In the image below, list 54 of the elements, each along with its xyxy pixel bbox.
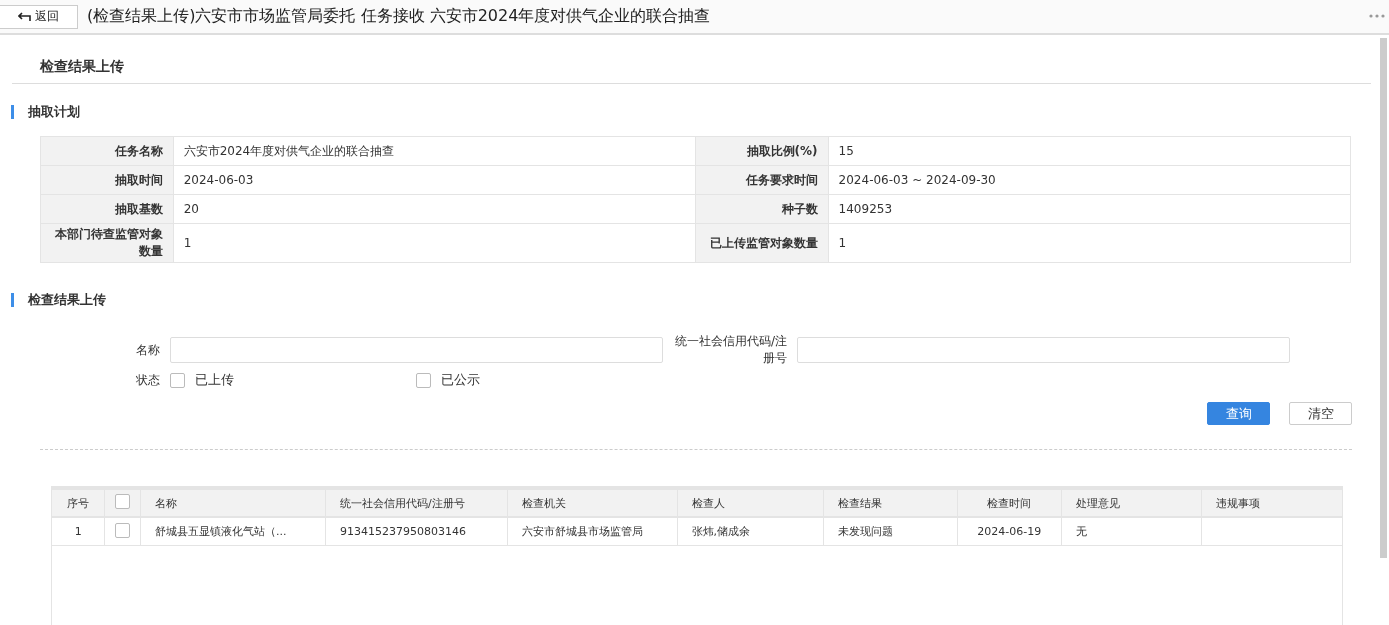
info-label: 抽取时间 xyxy=(40,165,174,195)
field-label: 名称 xyxy=(135,341,161,359)
page-heading: 检查结果上传 xyxy=(12,35,1371,84)
select-all-checkbox[interactable] xyxy=(115,494,131,509)
table-cell: 未发现问题 xyxy=(823,517,958,546)
section-heading: 抽取计划 xyxy=(28,103,80,121)
info-value: 1 xyxy=(173,223,696,263)
table-cell: 913415237950803146 xyxy=(325,517,508,546)
more-icon[interactable] xyxy=(1369,14,1385,18)
field-label: 状态 xyxy=(135,371,161,389)
column-header: 序号 xyxy=(52,490,105,517)
table-cell: 1 xyxy=(52,517,105,546)
info-value: 1409253 xyxy=(828,194,1351,224)
info-label: 任务要求时间 xyxy=(695,165,829,195)
field-label: 统一社会信用代码/注册号 xyxy=(673,333,788,367)
checkbox[interactable] xyxy=(416,372,431,388)
info-label: 任务名称 xyxy=(40,136,174,166)
column-header: 检查机关 xyxy=(507,490,678,517)
info-value: 1 xyxy=(828,223,1351,263)
input-field[interactable] xyxy=(797,337,1290,363)
column-header: 处理意见 xyxy=(1061,490,1202,517)
checkbox-label: 已公示 xyxy=(441,371,480,389)
table-cell: 六安市舒城县市场监管局 xyxy=(507,517,678,546)
info-label: 本部门待查监管对象数量 xyxy=(40,223,174,263)
info-value: 2024-06-03 xyxy=(173,165,696,195)
column-header: 检查时间 xyxy=(957,490,1062,517)
checkbox[interactable] xyxy=(170,372,185,388)
info-value: 六安市2024年度对供气企业的联合抽查 xyxy=(173,136,696,166)
section-heading: 检查结果上传 xyxy=(28,291,106,309)
column-header: 检查结果 xyxy=(823,490,958,517)
info-label: 抽取比例(%) xyxy=(695,136,829,166)
column-header: 名称 xyxy=(140,490,326,517)
info-value: 20 xyxy=(173,194,696,224)
query-button[interactable]: 查询 xyxy=(1207,402,1270,425)
back-button[interactable]: 返回 xyxy=(0,4,78,29)
table-cell: 舒城县五显镇液化气站（... xyxy=(140,517,326,546)
table-cell: 无 xyxy=(1061,517,1202,546)
info-value: 2024-06-03 ~ 2024-09-30 xyxy=(828,165,1351,195)
table-cell: 2024-06-19 xyxy=(957,517,1062,546)
column-header: 违规事项 xyxy=(1201,490,1342,517)
info-label: 种子数 xyxy=(695,194,829,224)
info-label: 抽取基数 xyxy=(40,194,174,224)
info-label: 已上传监管对象数量 xyxy=(695,223,829,263)
input-field[interactable] xyxy=(170,337,663,363)
column-header: 统一社会信用代码/注册号 xyxy=(325,490,508,517)
table-cell: 张炜,储成余 xyxy=(677,517,824,546)
row-checkbox[interactable] xyxy=(115,522,131,538)
window-title: (检查结果上传)六安市市场监管局委托 任务接收 六安市2024年度对供气企业的联合抽查 xyxy=(87,6,711,27)
return-arrow-icon xyxy=(17,11,32,22)
info-value: 15 xyxy=(828,136,1351,166)
column-header: 检查人 xyxy=(677,490,824,517)
checkbox-label: 已上传 xyxy=(195,371,234,389)
clear-button[interactable]: 清空 xyxy=(1289,402,1352,425)
scrollbar[interactable] xyxy=(1380,38,1387,558)
